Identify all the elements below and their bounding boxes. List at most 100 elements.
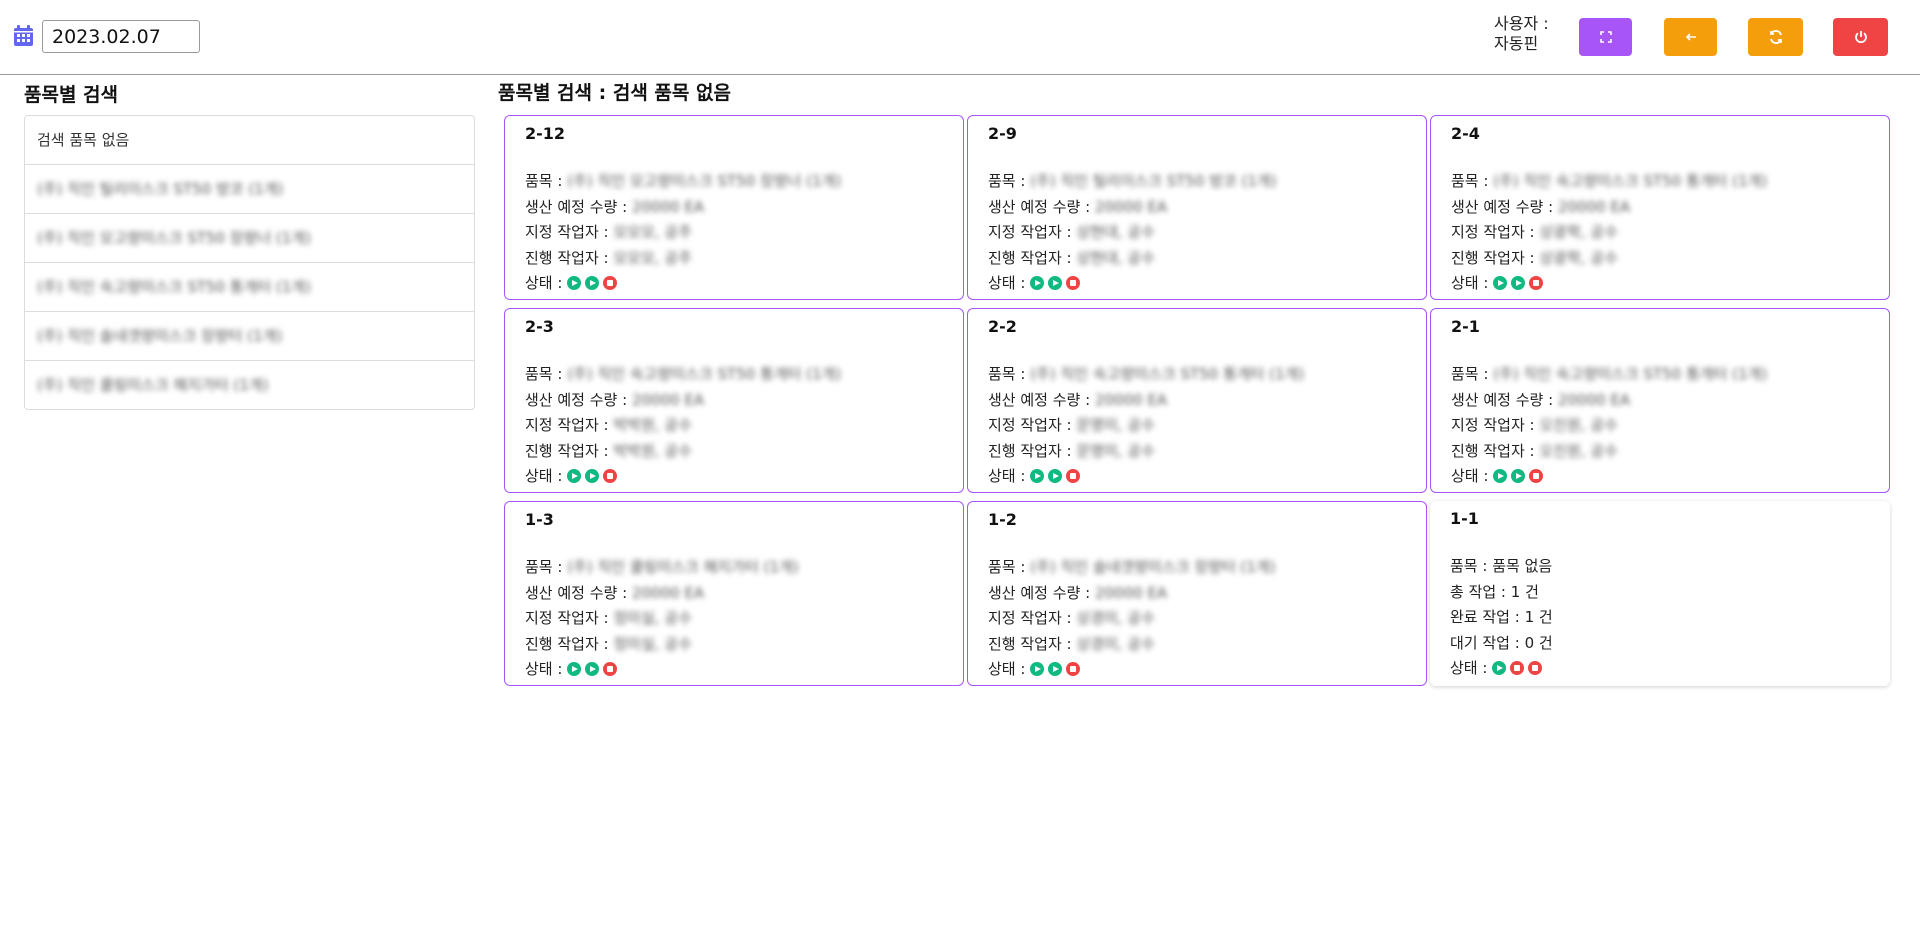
assigned-value: 상광학, 공수 xyxy=(1539,223,1618,241)
status-row: 상태 : xyxy=(1451,464,1889,490)
play-icon[interactable] xyxy=(1030,469,1045,483)
sidebar-title: 품목별 검색 xyxy=(24,84,119,106)
status-row: 상태 : xyxy=(988,657,1426,683)
status-label: 상태 : xyxy=(1450,659,1493,677)
work-card[interactable]: 1-2 품목 : (주) 직인 솔네갯량미스크 장량터 (1개) 생산 예정 수… xyxy=(967,501,1427,686)
user-info: 사용자 : 자동핀 xyxy=(1494,14,1549,54)
item-row: 품목 : 품목 없음 xyxy=(1450,554,1890,580)
work-card[interactable]: 2-4 품목 : (주) 직인 숙고량미스크 ST50 통개터 (1개) 생산 … xyxy=(1430,115,1890,300)
play-icon[interactable] xyxy=(1511,276,1526,290)
play-icon[interactable] xyxy=(1493,469,1508,483)
item-label: 품목 : xyxy=(988,558,1031,576)
progress-label: 진행 작업자 : xyxy=(1451,441,1540,460)
qty-value: 20000 EA xyxy=(1094,390,1168,409)
list-item[interactable]: (주) 직인 숙고량미스크 ST50 통개터 (1개) xyxy=(25,262,474,311)
total-label: 총 작업 : xyxy=(1450,582,1511,601)
date-input[interactable] xyxy=(42,20,200,53)
qty-row: 생산 예정 수량 : 20000 EA xyxy=(525,581,963,607)
work-card-grid: 2-12 품목 : (주) 직인 모고량미스크 ST50 장량너 (1개) 생산… xyxy=(504,115,1890,686)
play-icon[interactable] xyxy=(1048,276,1063,290)
item-value: (주) 직인 모고량미스크 ST50 장량너 (1개) xyxy=(567,172,842,190)
list-item[interactable]: (주) 직인 틸리이스크 ST50 방코 (1개) xyxy=(25,164,474,213)
assigned-value: 정미실, 공수 xyxy=(613,609,692,627)
work-card[interactable]: 1-3 품목 : (주) 직인 쿨링미스크 해지가터 (1개) 생산 예정 수량… xyxy=(504,501,964,686)
status-row: 상태 : xyxy=(525,271,963,297)
status-label: 상태 : xyxy=(988,660,1031,678)
qty-row: 생산 예정 수량 : 20000 EA xyxy=(525,388,963,414)
progress-label: 진행 작업자 : xyxy=(988,248,1077,267)
stop-icon[interactable] xyxy=(603,276,618,290)
play-icon[interactable] xyxy=(567,469,582,483)
list-item[interactable]: (주) 직인 솔네갯량미스크 장량터 (1개) xyxy=(25,311,474,360)
work-card[interactable]: 2-1 품목 : (주) 직인 숙고량미스크 ST50 통개터 (1개) 생산 … xyxy=(1430,308,1890,493)
play-icon[interactable] xyxy=(1492,661,1507,675)
item-row: 품목 : (주) 직인 숙고량미스크 ST50 통개터 (1개) xyxy=(525,362,963,388)
work-card[interactable]: 2-2 품목 : (주) 직인 숙고량미스크 ST50 통개터 (1개) 생산 … xyxy=(967,308,1427,493)
play-icon[interactable] xyxy=(1511,469,1526,483)
power-button[interactable] xyxy=(1833,18,1888,56)
stop-icon[interactable] xyxy=(1510,661,1525,675)
assigned-label: 지정 작업자 : xyxy=(988,223,1077,241)
stop-icon[interactable] xyxy=(603,469,618,483)
card-title: 1-1 xyxy=(1450,509,1479,528)
play-icon[interactable] xyxy=(585,469,600,483)
back-button[interactable] xyxy=(1664,18,1717,56)
list-item-label: (주) 직인 솔네갯량미스크 장량터 (1개) xyxy=(37,327,283,345)
play-icon[interactable] xyxy=(1030,276,1045,290)
stop-icon[interactable] xyxy=(1066,276,1081,290)
card-title: 1-2 xyxy=(988,510,1017,529)
item-label: 품목 : xyxy=(1451,365,1494,383)
refresh-button[interactable] xyxy=(1748,18,1803,56)
progress-label: 진행 작업자 : xyxy=(988,441,1077,460)
stop-icon[interactable] xyxy=(1529,469,1544,483)
stop-icon[interactable] xyxy=(1529,276,1544,290)
card-title: 2-4 xyxy=(1451,124,1480,143)
work-card[interactable]: 2-9 품목 : (주) 직인 틸리이스크 ST50 방코 (1개) 생산 예정… xyxy=(967,115,1427,300)
stop-icon[interactable] xyxy=(603,662,618,676)
fullscreen-button[interactable] xyxy=(1579,18,1632,56)
qty-label: 생산 예정 수량 : xyxy=(525,390,632,409)
qty-row: 생산 예정 수량 : 20000 EA xyxy=(988,195,1426,221)
list-item-none[interactable]: 검색 품목 없음 xyxy=(25,116,474,164)
stop-icon[interactable] xyxy=(1066,662,1081,676)
card-title: 1-3 xyxy=(525,510,554,529)
top-bar: 사용자 : 자동핀 xyxy=(0,0,1920,75)
qty-value: 20000 EA xyxy=(631,390,705,409)
play-icon[interactable] xyxy=(1493,276,1508,290)
play-icon[interactable] xyxy=(1030,662,1045,676)
arrow-left-icon xyxy=(1685,33,1696,41)
progress-label: 진행 작업자 : xyxy=(525,634,614,653)
summary-card[interactable]: 1-1 품목 : 품목 없음 총 작업 : 1 건 완료 작업 : 1 건 대기… xyxy=(1430,501,1890,686)
play-icon[interactable] xyxy=(585,662,600,676)
list-item[interactable]: (주) 직인 모고량미스크 ST50 장량너 (1개) xyxy=(25,213,474,262)
list-item-label: (주) 직인 모고량미스크 ST50 장량너 (1개) xyxy=(37,229,311,247)
qty-label: 생산 예정 수량 : xyxy=(525,197,632,216)
progress-value: 상광학, 공수 xyxy=(1539,248,1618,267)
stop-icon[interactable] xyxy=(1066,469,1081,483)
list-item[interactable]: (주) 직인 쿨링미스크 해지가터 (1개) xyxy=(25,360,474,409)
qty-row: 생산 예정 수량 : 20000 EA xyxy=(988,388,1426,414)
play-icon[interactable] xyxy=(585,276,600,290)
total-value: 1 건 xyxy=(1510,582,1539,601)
list-item-label: 검색 품목 없음 xyxy=(37,131,130,149)
qty-value: 20000 EA xyxy=(631,583,705,602)
qty-label: 생산 예정 수량 : xyxy=(988,390,1095,409)
status-label: 상태 : xyxy=(525,660,568,678)
list-item-label: (주) 직인 숙고량미스크 ST50 통개터 (1개) xyxy=(37,278,311,296)
play-icon[interactable] xyxy=(567,276,582,290)
play-icon[interactable] xyxy=(1048,469,1063,483)
assigned-label: 지정 작업자 : xyxy=(1451,223,1540,241)
stop-icon[interactable] xyxy=(1528,661,1543,675)
assigned-value: 박박원, 공수 xyxy=(613,416,692,434)
card-title: 2-2 xyxy=(988,317,1017,336)
status-row: 상태 : xyxy=(1450,656,1890,682)
play-icon[interactable] xyxy=(567,662,582,676)
assigned-row: 지정 작업자 : 정미실, 공수 xyxy=(525,606,963,632)
play-icon[interactable] xyxy=(1048,662,1063,676)
work-card[interactable]: 2-12 품목 : (주) 직인 모고량미스크 ST50 장량너 (1개) 생산… xyxy=(504,115,964,300)
progress-row: 진행 작업자 : 문명미, 공수 xyxy=(988,439,1426,465)
list-item-label: (주) 직인 쿨링미스크 해지가터 (1개) xyxy=(37,376,269,394)
calendar-icon[interactable] xyxy=(14,25,33,46)
assigned-label: 지정 작업자 : xyxy=(525,416,614,434)
work-card[interactable]: 2-3 품목 : (주) 직인 숙고량미스크 ST50 통개터 (1개) 생산 … xyxy=(504,308,964,493)
